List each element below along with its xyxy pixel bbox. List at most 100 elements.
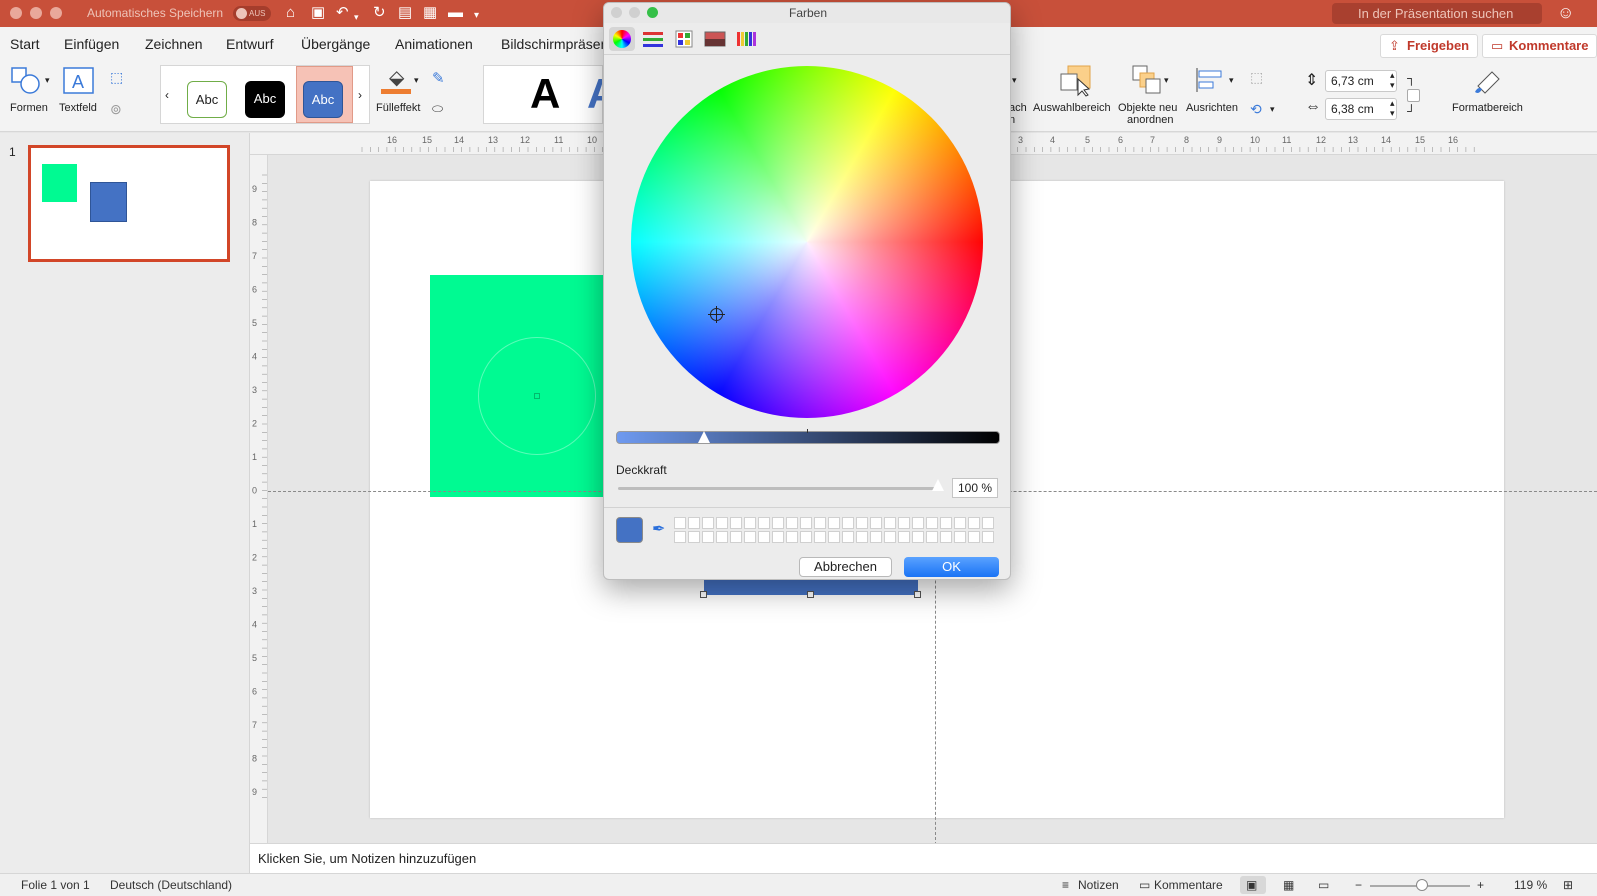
textbox-icon[interactable]: A xyxy=(63,67,95,95)
minimize-window-button[interactable] xyxy=(30,7,42,19)
custom-color-slot[interactable] xyxy=(674,517,686,529)
new-slide-icon[interactable]: ▤ xyxy=(398,5,412,21)
custom-color-slot[interactable] xyxy=(688,531,700,543)
resize-handle-bottom-left[interactable] xyxy=(700,591,707,598)
tab-start[interactable]: Start xyxy=(10,36,40,52)
custom-color-slot[interactable] xyxy=(870,531,882,543)
custom-color-slot[interactable] xyxy=(968,517,980,529)
language-status[interactable]: Deutsch (Deutschland) xyxy=(110,874,232,896)
save-icon[interactable]: ▣ xyxy=(311,5,325,21)
shape-effects-icon[interactable]: ⬭ xyxy=(432,101,443,117)
present-icon[interactable]: ▦ xyxy=(423,5,437,21)
tab-insert[interactable]: Einfügen xyxy=(64,36,119,52)
custom-color-slot[interactable] xyxy=(884,517,896,529)
brightness-slider[interactable] xyxy=(616,429,1000,444)
opacity-input[interactable]: 100 % xyxy=(952,478,998,498)
merge-shapes-icon[interactable]: ⊚ xyxy=(110,101,122,118)
convert-shape-icon[interactable]: ⬚ xyxy=(110,69,123,86)
notes-area[interactable]: Klicken Sie, um Notizen hinzuzufügen xyxy=(250,843,1597,873)
height-stepper[interactable]: ▴ ▾ xyxy=(1390,70,1395,90)
resize-handle-bottom-right[interactable] xyxy=(914,591,921,598)
custom-color-slot[interactable] xyxy=(912,531,924,543)
zoom-slider-thumb[interactable] xyxy=(1416,879,1428,891)
custom-color-slot[interactable] xyxy=(744,517,756,529)
align-icon[interactable] xyxy=(1195,67,1225,93)
tab-draw[interactable]: Zeichnen xyxy=(145,36,203,52)
color-wheel[interactable] xyxy=(631,66,983,418)
wordart-black[interactable]: A xyxy=(530,70,560,118)
fill-bucket-icon[interactable]: ⬙ xyxy=(389,65,404,90)
notes-toggle[interactable]: Notizen xyxy=(1078,874,1119,896)
style-outline-green[interactable]: Abc xyxy=(187,81,227,118)
custom-color-slot[interactable] xyxy=(898,531,910,543)
line-color-icon[interactable]: ✎ xyxy=(432,69,445,87)
arrange-objects-icon[interactable] xyxy=(1132,65,1162,95)
slide-sorter-icon[interactable]: ▦ xyxy=(1283,874,1294,896)
custom-color-slot[interactable] xyxy=(842,517,854,529)
custom-color-slot[interactable] xyxy=(674,531,686,543)
fill-dropdown-icon[interactable]: ▾ xyxy=(414,75,419,86)
opacity-slider-thumb[interactable] xyxy=(932,479,944,491)
cancel-button[interactable]: Abbrechen xyxy=(799,557,892,577)
custom-color-slot[interactable] xyxy=(940,531,952,543)
width-stepper[interactable]: ▴ ▾ xyxy=(1390,98,1395,118)
color-sliders-mode-button[interactable] xyxy=(640,27,666,51)
width-input[interactable]: 6,38 cm xyxy=(1325,98,1397,120)
custom-color-slot[interactable] xyxy=(744,531,756,543)
custom-color-slot[interactable] xyxy=(716,517,728,529)
gallery-next-icon[interactable]: › xyxy=(358,88,362,102)
custom-color-slot[interactable] xyxy=(800,517,812,529)
vertical-ruler[interactable]: 9 8 7 6 5 4 3 2 1 0 1 2 3 4 5 6 7 8 9 xyxy=(250,155,268,855)
arrange-objects-dropdown-icon[interactable]: ▾ xyxy=(1164,75,1169,86)
crayons-mode-button[interactable] xyxy=(733,27,759,51)
zoom-window-button[interactable] xyxy=(50,7,62,19)
ok-button[interactable]: OK xyxy=(904,557,999,577)
gallery-prev-icon[interactable]: ‹ xyxy=(165,88,169,102)
custom-color-slot[interactable] xyxy=(814,517,826,529)
zoom-in-icon[interactable]: + xyxy=(1477,874,1484,896)
undo-dropdown-icon[interactable]: ▾ xyxy=(354,9,359,25)
comments-toggle[interactable]: Kommentare xyxy=(1154,874,1223,896)
feedback-smiley-icon[interactable]: ☺ xyxy=(1557,3,1574,23)
selection-pane-icon[interactable] xyxy=(1060,65,1094,97)
image-palettes-mode-button[interactable] xyxy=(702,27,728,51)
custom-color-slot[interactable] xyxy=(702,531,714,543)
custom-color-slot[interactable] xyxy=(814,531,826,543)
height-input[interactable]: 6,73 cm xyxy=(1325,70,1397,92)
rotate-dropdown-icon[interactable]: ▾ xyxy=(1270,104,1275,115)
lock-aspect-checkbox[interactable] xyxy=(1407,89,1420,102)
autosave-toggle[interactable]: AUS xyxy=(233,6,271,21)
current-color-swatch[interactable] xyxy=(616,517,643,543)
search-input[interactable]: In der Präsentation suchen xyxy=(1332,3,1542,24)
redo-icon[interactable]: ↻ xyxy=(373,5,386,21)
tab-transitions[interactable]: Übergänge xyxy=(301,36,370,52)
close-window-button[interactable] xyxy=(10,7,22,19)
shapes-dropdown-icon[interactable]: ▾ xyxy=(45,75,50,86)
style-blue[interactable]: Abc xyxy=(303,81,343,118)
align-dropdown-icon[interactable]: ▾ xyxy=(1229,75,1234,86)
color-dialog-titlebar[interactable]: Farben xyxy=(604,3,1010,23)
comments-button[interactable]: ▭ Kommentare xyxy=(1482,34,1597,58)
color-wheel-crosshair[interactable] xyxy=(708,306,725,323)
custom-color-slot[interactable] xyxy=(856,517,868,529)
custom-color-slot[interactable] xyxy=(786,517,798,529)
customize-toolbar-icon[interactable]: ▾ xyxy=(474,8,479,24)
color-palettes-mode-button[interactable] xyxy=(671,27,697,51)
home-icon[interactable]: ⌂ xyxy=(286,5,295,21)
custom-color-slot[interactable] xyxy=(786,531,798,543)
custom-color-slot[interactable] xyxy=(772,517,784,529)
custom-color-slot[interactable] xyxy=(800,531,812,543)
opacity-slider[interactable] xyxy=(618,487,938,490)
wordart-blue[interactable]: A xyxy=(587,70,602,118)
print-icon[interactable]: ▬ xyxy=(448,5,463,21)
color-wheel-mode-button[interactable] xyxy=(609,27,635,51)
eyedropper-icon[interactable]: ✒ xyxy=(652,519,665,539)
style-black[interactable]: Abc xyxy=(245,81,285,118)
custom-color-slot[interactable] xyxy=(926,531,938,543)
format-pane-icon[interactable] xyxy=(1472,66,1506,96)
share-button[interactable]: ⇪ Freigeben xyxy=(1380,34,1479,58)
custom-color-slot[interactable] xyxy=(828,517,840,529)
brightness-slider-thumb[interactable] xyxy=(698,431,711,443)
custom-color-slot[interactable] xyxy=(884,531,896,543)
custom-color-slot[interactable] xyxy=(856,531,868,543)
